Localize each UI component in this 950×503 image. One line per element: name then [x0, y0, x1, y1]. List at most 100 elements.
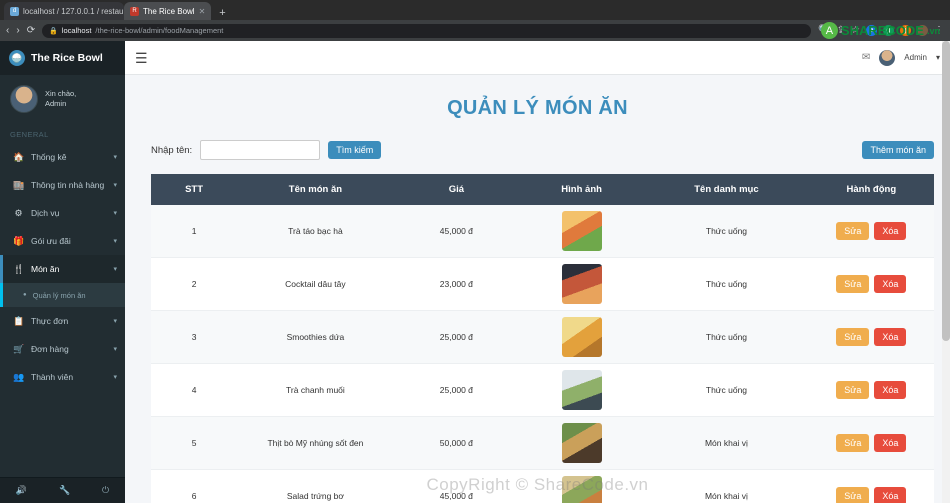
cell-category: Thức uống — [644, 257, 809, 311]
edit-button[interactable]: Sửa — [836, 380, 870, 400]
sharecode-brand-overlay: A SHARECODE .vn — [820, 22, 940, 39]
forward-icon[interactable]: › — [16, 25, 19, 36]
cell-stt: 6 — [151, 469, 238, 503]
browser-tab-title: localhost / 127.0.0.1 / restauran — [23, 6, 124, 16]
sidebar-user-text: Xin chào, Admin — [45, 89, 76, 109]
delete-button[interactable]: Xóa — [874, 433, 907, 453]
back-icon[interactable]: ‹ — [6, 25, 9, 36]
cell-stt: 2 — [151, 257, 238, 311]
cell-price: 25,000 đ — [393, 363, 519, 417]
topbar-right: ✉ Admin ▾ — [862, 49, 940, 66]
sharecode-suffix: .vn — [926, 25, 940, 36]
cell-image — [518, 205, 645, 258]
column-image: Hình ảnh — [518, 174, 645, 205]
sidebar-item-goi-uu-dai[interactable]: 🎁 Gói ưu đãi ▾ — [0, 227, 125, 255]
close-icon[interactable]: ✕ — [199, 7, 206, 16]
edit-button[interactable]: Sửa — [836, 274, 870, 294]
edit-button[interactable]: Sửa — [836, 433, 870, 453]
speaker-icon[interactable]: 🔊 — [16, 485, 27, 496]
add-food-button[interactable]: Thêm món ăn — [862, 140, 934, 160]
users-icon: 👥 — [13, 371, 25, 382]
cell-price: 45,000 đ — [393, 469, 519, 503]
chevron-down-icon: ▾ — [113, 238, 117, 245]
sidebar-brand[interactable]: 🍚 The Rice Bowl — [0, 41, 125, 75]
delete-button[interactable]: Xóa — [874, 327, 907, 347]
sharecode-logo-icon: A — [820, 22, 838, 39]
sidebar-footer: 🔊 🔧 ⏻ — [0, 477, 125, 503]
sidebar-item-mon-an[interactable]: 🍴 Món ăn ▾ — [0, 255, 125, 283]
address-host: localhost — [61, 26, 92, 35]
column-price: Giá — [393, 174, 519, 205]
sidebar-item-thong-tin-nha-hang[interactable]: 🏬 Thông tin nhà hàng ▾ — [0, 171, 125, 199]
table-row: 3 Smoothies dứa 25,000 đ Thức uống Sửa X… — [151, 310, 934, 364]
sidebar-item-label: Thực đơn — [31, 316, 69, 326]
food-thumbnail — [561, 423, 602, 463]
delete-button[interactable]: Xóa — [874, 380, 907, 400]
address-path: /the-rice-bowl/admin/foodManagement — [95, 26, 224, 35]
column-category: Tên danh mục — [644, 174, 809, 205]
column-stt: STT — [151, 174, 238, 205]
cell-name: Salad trứng bơ — [237, 469, 394, 503]
column-name: Tên món ăn — [237, 174, 394, 205]
browser-tab-0[interactable]: d localhost / 127.0.0.1 / restauran ✕ — [4, 2, 124, 20]
cell-actions: Sửa Xóa — [808, 363, 934, 417]
edit-button[interactable]: Sửa — [836, 221, 870, 241]
cell-category: Thức uống — [644, 363, 809, 417]
sidebar-section-label: GENERAL — [10, 130, 49, 139]
cell-name: Trà táo bạc hà — [237, 205, 394, 258]
cell-stt: 1 — [151, 205, 238, 258]
new-tab-button[interactable]: + — [211, 7, 233, 20]
avatar[interactable] — [879, 49, 896, 66]
search-label: Nhập tên: — [151, 144, 193, 156]
wrench-icon[interactable]: 🔧 — [59, 485, 70, 496]
edit-button[interactable]: Sửa — [836, 327, 870, 347]
cell-actions: Sửa Xóa — [808, 257, 934, 311]
sidebar-item-dich-vu[interactable]: ⚙ Dịch vụ ▾ — [0, 199, 125, 227]
hamburger-icon[interactable]: ☰ — [135, 51, 148, 65]
cell-stt: 5 — [151, 416, 238, 470]
mail-icon[interactable]: ✉ — [862, 52, 870, 63]
browser-tab-1[interactable]: R The Rice Bowl ✕ — [124, 2, 212, 20]
lock-icon: 🔒 — [49, 27, 58, 35]
search-input[interactable] — [200, 140, 321, 160]
cell-actions: Sửa Xóa — [808, 416, 934, 470]
chevron-down-icon: ▾ — [113, 346, 117, 353]
edit-button[interactable]: Sửa — [836, 486, 870, 503]
scrollbar-track[interactable] — [942, 41, 950, 503]
cell-name: Smoothies dứa — [237, 310, 394, 364]
cell-name: Trà chanh muối — [237, 363, 394, 417]
food-thumbnail — [561, 370, 602, 410]
sidebar-item-thuc-don[interactable]: 📋 Thực đơn ▾ — [0, 307, 125, 335]
search-button[interactable]: Tìm kiếm — [328, 140, 382, 160]
scrollbar-thumb[interactable] — [942, 41, 950, 341]
sidebar-item-label: Đơn hàng — [31, 344, 69, 354]
cell-price: 23,000 đ — [393, 257, 519, 311]
chevron-down-icon: ▾ — [113, 154, 117, 161]
home-icon: 🏠 — [13, 151, 25, 162]
db-icon: d — [10, 6, 19, 16]
cell-image — [518, 363, 645, 417]
cell-image — [518, 310, 645, 364]
address-bar[interactable]: 🔒 localhost/the-rice-bowl/admin/foodMana… — [42, 23, 812, 38]
delete-button[interactable]: Xóa — [874, 221, 907, 241]
top-navbar: ☰ ✉ Admin ▾ — [125, 41, 950, 75]
reload-icon[interactable]: ⟳ — [27, 25, 35, 36]
page-title: QUẢN LÝ MÓN ĂN — [447, 97, 628, 119]
app-root: d localhost / 127.0.0.1 / restauran ✕ R … — [0, 0, 950, 503]
sidebar-item-thanh-vien[interactable]: 👥 Thành viên ▾ — [0, 363, 125, 391]
sidebar-item-don-hang[interactable]: 🛒 Đơn hàng ▾ — [0, 335, 125, 363]
sidebar-subitem-label: Quản lý món ăn — [32, 290, 86, 300]
delete-button[interactable]: Xóa — [874, 274, 907, 294]
cell-price: 25,000 đ — [393, 310, 519, 364]
food-thumbnail — [561, 476, 602, 503]
food-table: STT Tên món ăn Giá Hình ảnh Tên danh mục… — [151, 174, 934, 503]
cell-image — [518, 257, 645, 311]
power-icon[interactable]: ⏻ — [102, 485, 109, 496]
delete-button[interactable]: Xóa — [874, 486, 907, 503]
sidebar-subitem-quan-ly-mon-an[interactable]: ● Quản lý món ăn — [0, 283, 125, 307]
food-thumbnail — [561, 264, 602, 304]
avatar — [10, 85, 38, 113]
sidebar-item-thong-ke[interactable]: 🏠 Thống kê ▾ — [0, 143, 125, 171]
chevron-down-icon[interactable]: ▾ — [936, 53, 940, 62]
cell-actions: Sửa Xóa — [808, 469, 934, 503]
